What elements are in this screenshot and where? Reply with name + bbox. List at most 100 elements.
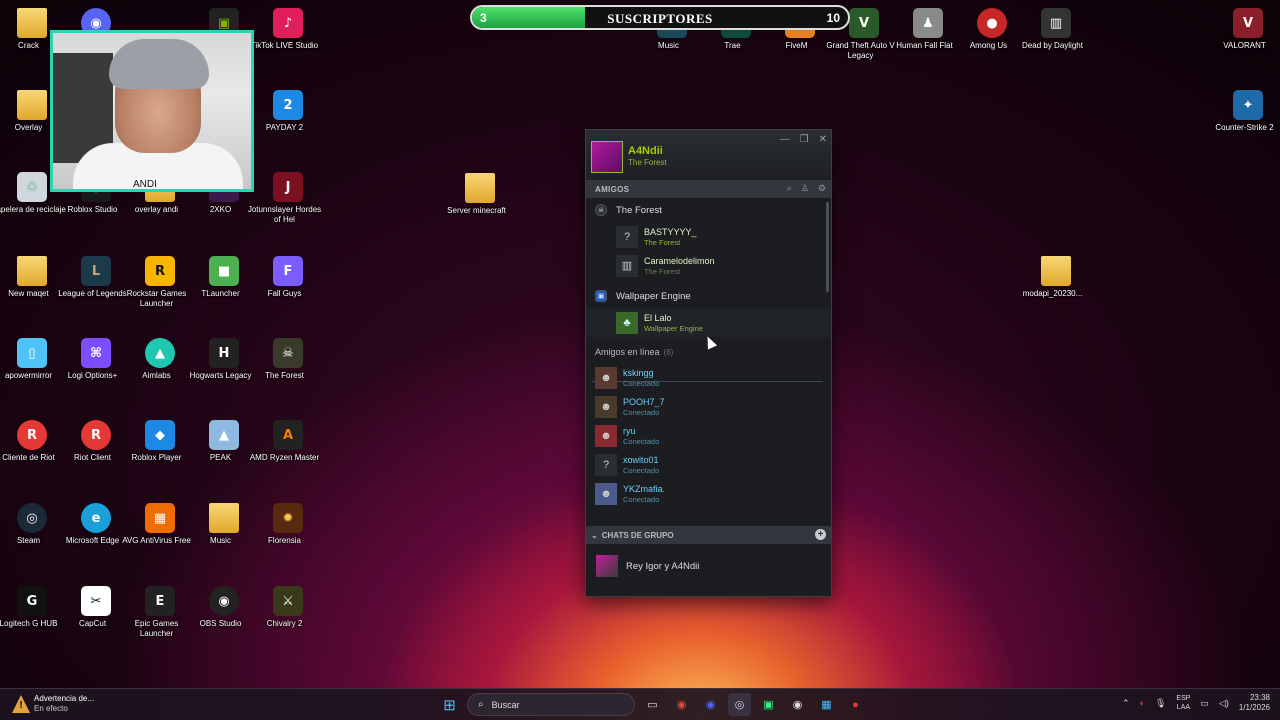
- username[interactable]: A4Ndii: [628, 145, 663, 157]
- desktop-icon-counter-strike-2[interactable]: ✦ Counter-Strike 2: [1215, 90, 1280, 133]
- volume-icon[interactable]: ◁): [1219, 698, 1229, 709]
- chevron-down-icon: ⌄: [591, 530, 598, 540]
- task-view-icon[interactable]: ▭: [641, 693, 664, 716]
- subscriber-goal-bar: 3 SUSCRIPTORES 10: [470, 5, 850, 30]
- folder-icon: [17, 90, 47, 120]
- desktop-icon-tiktok[interactable]: ♪ TikTok LIVE Studio: [251, 8, 320, 51]
- friend-name: kskingg: [623, 367, 654, 378]
- friends-scrollbar[interactable]: [826, 202, 829, 292]
- friend-row[interactable]: ☻ ryu Conectado: [586, 421, 831, 450]
- settings-icon[interactable]: ⚙: [818, 183, 826, 194]
- add-friend-icon[interactable]: ♙: [801, 183, 809, 194]
- friend-row[interactable]: ? BASTYYYY_ The Forest: [586, 222, 831, 251]
- search-box[interactable]: ⌕ Buscar: [467, 693, 635, 716]
- desktop-icon-rockstar[interactable]: R Rockstar Games Launcher: [127, 256, 192, 309]
- friend-row[interactable]: ☻ YKZmafia. Conectado: [586, 479, 831, 508]
- apowermirror-icon: ▯: [17, 338, 47, 368]
- warning-icon: !: [12, 695, 30, 713]
- minimize-button[interactable]: —: [780, 134, 790, 145]
- desktop: Crack Overlay ♲ Papelera de reciclaje Ne…: [0, 0, 1280, 688]
- friend-row[interactable]: ☻ POOH7_7 Conectado: [586, 392, 831, 421]
- friend-avatar: ?: [595, 453, 617, 476]
- obs-taskbar-icon[interactable]: ◉: [786, 693, 809, 716]
- group-chats-header[interactable]: ⌄ CHATS DE GRUPO +: [586, 526, 831, 544]
- network-icon[interactable]: ▭: [1200, 698, 1209, 709]
- desktop-icon-amd-ryzen[interactable]: A AMD Ryzen Master: [250, 420, 320, 463]
- icon-label: The Forest: [265, 371, 304, 380]
- desktop-icon-server-minecraft[interactable]: Server minecraft: [447, 173, 512, 216]
- desktop-icon-modapi[interactable]: modapi_20230...: [1023, 256, 1088, 299]
- friend-name: BASTYYYY_: [644, 226, 697, 237]
- desktop-icon-the-forest[interactable]: ☠ The Forest: [256, 338, 320, 381]
- language-indicator[interactable]: ESP LAA: [1176, 694, 1190, 712]
- user-avatar[interactable]: [591, 141, 623, 173]
- payday-icon: 2: [273, 90, 303, 120]
- search-placeholder: Buscar: [491, 699, 520, 710]
- microphone-icon[interactable]: 🎙︎: [1155, 698, 1166, 709]
- window-controls: — ❐ ✕: [780, 134, 827, 145]
- taskbar: ! Advertencia de... En efecto ⊞ ⌕ Buscar…: [0, 688, 1280, 720]
- taskbar-apps: ⊞ ⌕ Buscar ▭ ◉ ◉ ◎ ▣ ◉ ▦ ●: [438, 693, 867, 716]
- peak-icon: ▲: [209, 420, 239, 450]
- add-group-chat-icon[interactable]: +: [815, 529, 826, 540]
- icon-label: Server minecraft: [447, 206, 506, 215]
- group-chat-avatar: [596, 555, 618, 577]
- photos-taskbar-icon[interactable]: ▦: [815, 693, 838, 716]
- friends-list: ☠ The Forest ? BASTYYYY_ The Forest ▥ Ca…: [586, 198, 831, 508]
- group-chat-name: Rey Igor y A4Ndii: [626, 560, 700, 572]
- steam-profile-header: A4Ndii The Forest — ❐ ✕: [586, 130, 831, 180]
- wallpaper-engine-icon: ▣: [595, 290, 607, 302]
- group-chat-row[interactable]: Rey Igor y A4Ndii: [586, 554, 831, 578]
- maximize-button[interactable]: ❐: [800, 134, 809, 145]
- search-icon[interactable]: ⌕: [787, 183, 792, 194]
- ingame-group-wallpaper-engine[interactable]: ▣ Wallpaper Engine: [586, 284, 831, 308]
- edge-icon: e: [81, 503, 111, 533]
- chevron-up-icon[interactable]: ⌃: [1122, 698, 1130, 709]
- desktop-icon-fall-guys[interactable]: F Fall Guys: [256, 256, 320, 299]
- friends-label: AMIGOS: [595, 184, 630, 194]
- icon-label: Dead by Daylight: [1022, 41, 1083, 50]
- friend-status: Conectado: [623, 407, 660, 417]
- game-name: The Forest: [616, 204, 662, 216]
- friend-row[interactable]: ☻ kskingg Conectado: [586, 363, 831, 392]
- clock[interactable]: 23:38 1/1/2026: [1239, 693, 1270, 713]
- time: 23:38: [1249, 693, 1270, 702]
- trae-taskbar-icon[interactable]: ▣: [757, 693, 780, 716]
- valorant-icon: V: [1233, 8, 1263, 38]
- desktop-icon-payday2[interactable]: 2 PAYDAY 2: [256, 90, 320, 133]
- steam-taskbar-icon[interactable]: ◎: [728, 693, 751, 716]
- desktop-icon-jotunnslayer[interactable]: J Jotunnslayer Hordes of Hel: [248, 172, 321, 225]
- icon-label: PAYDAY 2: [265, 123, 304, 132]
- desktop-icon-florensia[interactable]: ✹ Florensia: [256, 503, 320, 546]
- desktop-icon-chivalry2[interactable]: ⚔ Chivalry 2: [256, 586, 320, 629]
- friend-name: YKZmafia.: [623, 483, 666, 494]
- aimlabs-icon: ▲: [145, 338, 175, 368]
- friend-row[interactable]: ♣ El Lalo Wallpaper Engine: [586, 308, 831, 337]
- windows-start-icon[interactable]: ⊞: [438, 693, 461, 716]
- close-button[interactable]: ✕: [819, 134, 827, 145]
- friend-row[interactable]: ▥ Caramelodelimon The Forest: [586, 251, 831, 280]
- riot-taskbar-icon[interactable]: ●: [844, 693, 867, 716]
- discord-taskbar-icon[interactable]: ◉: [699, 693, 722, 716]
- weather-widget[interactable]: ! Advertencia de... En efecto: [12, 694, 94, 714]
- system-tray: ⌃ ◐ 🎙︎ ESP LAA ▭ ◁) 23:38 1/1/2026: [1122, 693, 1270, 713]
- steam-icon: ◎: [17, 503, 47, 533]
- online-count: (6): [663, 347, 674, 357]
- friend-row[interactable]: ? xowito01 Conectado: [586, 450, 831, 479]
- desktop-icon-valorant[interactable]: V VALORANT: [1216, 8, 1280, 51]
- vanguard-icon[interactable]: ◐: [1140, 698, 1145, 708]
- ingame-group-the-forest[interactable]: ☠ The Forest: [586, 198, 831, 222]
- friend-name: xowito01: [623, 454, 659, 465]
- friend-status: The Forest: [644, 266, 681, 276]
- friend-name: ryu: [623, 425, 636, 436]
- riot-icon: R: [17, 420, 47, 450]
- desktop-icon-epic-games[interactable]: E Epic Games Launcher: [128, 586, 192, 639]
- friend-avatar: ♣: [616, 311, 638, 334]
- rockstar-icon: R: [145, 256, 175, 286]
- folder-icon: [1041, 256, 1071, 286]
- chrome-icon[interactable]: ◉: [670, 693, 693, 716]
- desktop-icon-dead-by-daylight[interactable]: ▥ Dead by Daylight: [1022, 8, 1088, 51]
- avg-icon: ▦: [145, 503, 175, 533]
- icon-label: AMD Ryzen Master: [249, 453, 320, 462]
- friend-name: El Lalo: [644, 312, 672, 323]
